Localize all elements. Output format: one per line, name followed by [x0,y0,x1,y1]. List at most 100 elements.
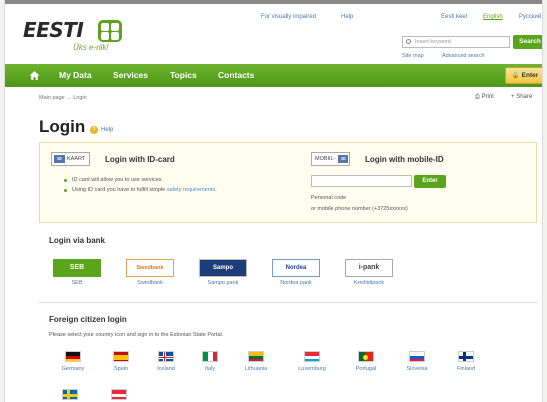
country-germany[interactable]: Germany [51,351,95,372]
nav-contacts[interactable]: Contacts [218,64,254,87]
breadcrumb: Main page → Login [39,95,87,101]
help-label[interactable]: Help [101,127,113,133]
enter-button-label: Enter [521,72,539,79]
plus-icon: + [511,94,515,100]
country-name: Italy [204,366,216,372]
page: EESTI Üks e-riik! For visually impaired … [4,0,543,402]
logo[interactable]: EESTI [23,18,84,42]
foreign-section-title: Foreign citizen login [49,315,127,324]
lang-et-link[interactable]: Eesti keel [441,14,467,20]
italy-flag-icon [202,351,218,362]
country-iceland[interactable]: Iceland [144,351,188,372]
country-italy[interactable]: Italy [188,351,232,372]
bank-seb[interactable]: SEB SEB [53,259,101,286]
mobile-id-input[interactable] [311,175,412,187]
nordea-logo: Nordea [272,259,320,277]
advanced-search-link[interactable]: Advanced search [442,53,485,59]
sampo-logo: Sampo [199,259,247,277]
germany-flag-icon [65,351,81,362]
country-name: Lithuania [244,366,268,372]
country-spain[interactable]: Spain [99,351,143,372]
tagline: Üks e-riik! [73,43,109,52]
krediidipank-logo: i-pank [345,259,393,277]
phone-number-label: or mobile phone number (+3725xxxxxx) [311,206,408,212]
mobile-id-enter-button[interactable]: Enter [414,175,446,188]
main-nav: My Data Services Topics Contacts [5,64,542,87]
mobile-id-title[interactable]: Login with mobile-ID [365,155,444,164]
page-title: Login [39,117,86,136]
iceland-flag-icon [158,351,174,362]
bank-name: Nordea pank [280,280,312,286]
header: EESTI Üks e-riik! For visually impaired … [5,4,542,64]
country-finland[interactable]: Finland [444,351,488,372]
bank-name: Krediidipank [353,280,385,286]
bank-nordea[interactable]: Nordea Nordea pank [272,259,320,286]
mobile-id-icon: ID [338,155,349,163]
austria-flag-icon[interactable] [111,389,127,400]
nav-my-data[interactable]: My Data [59,64,92,87]
id-card-title[interactable]: Login with ID-card [105,155,175,164]
id-card-bullet-2: Using ID card you have to fulfill simple… [64,187,217,193]
luxemburg-flag-icon [304,351,320,362]
country-name: Luxemburg [298,366,326,372]
country-name: Spain [113,366,129,372]
mobile-id-badge: MOBIIL- ID [311,152,351,166]
bank-name: Sampo pank [207,280,239,286]
country-name: Iceland [157,366,175,372]
country-slovenia[interactable]: Slovenia [395,351,439,372]
search-placeholder: Insert keyword [415,39,451,45]
finland-flag-icon [458,351,474,362]
breadcrumb-home[interactable]: Main page [39,95,65,101]
spain-flag-icon [113,351,129,362]
country-name: Slovenia [406,366,428,372]
country-name: Germany [61,366,85,372]
id-card-badge-label: KAART [67,156,86,162]
share-label: Share [516,94,533,100]
lock-icon: 🔒 [511,72,520,79]
country-lithuania[interactable]: Lithuania [234,351,278,372]
bank-krediidipank[interactable]: i-pank Krediidipank [345,259,393,286]
bank-name: SEB [71,280,83,286]
id-card-bullet-2-text: Using ID card you have to fulfill simple [72,187,167,193]
bank-swedbank[interactable]: Swedbank Swedbank [126,259,174,286]
sitemap-link[interactable]: Site map [402,53,424,59]
lithuania-flag-icon [248,351,264,362]
personal-code-label: Personal code [311,195,347,201]
country-portugal[interactable]: Portugal [344,351,388,372]
print-button[interactable]: ⎙ Print [475,94,494,101]
bank-sampo[interactable]: Sampo Sampo pank [199,259,247,286]
breadcrumb-current: Login [73,95,87,101]
accessibility-link[interactable]: For visually impaired [261,14,316,20]
foreign-description: Please select your country icon and sign… [49,332,224,338]
bank-name: Swedbank [137,280,163,286]
help-link[interactable]: Help [341,14,353,20]
breadcrumb-separator: → [66,95,72,101]
share-button[interactable]: + Share [511,94,532,100]
sweden-flag-icon[interactable] [62,389,78,400]
logo-badge-icon [98,20,122,42]
safety-requirements-link[interactable]: safety requirements [167,187,215,193]
portugal-flag-icon [358,351,374,362]
bank-section-title: Login via bank [49,236,106,245]
search-icon [406,39,411,44]
id-card-badge: ID KAART [51,152,91,166]
nav-topics[interactable]: Topics [170,64,197,87]
mobile-id-badge-label: MOBIIL- [315,156,336,162]
country-name: Finland [456,366,476,372]
help-icon[interactable]: ? [90,126,98,134]
country-name: Portugal [355,366,377,372]
lang-en-link[interactable]: English [483,14,503,20]
nav-services[interactable]: Services [113,64,148,87]
seb-logo: SEB [53,259,101,277]
country-luxemburg[interactable]: Luxemburg [290,351,334,372]
id-card-bullet-1: ID card will allow you to use services [64,177,162,183]
divider [39,302,537,303]
search-input[interactable]: Insert keyword [402,36,510,48]
search-button[interactable]: Search [513,35,542,49]
printer-icon: ⎙ [475,94,480,100]
home-icon[interactable] [29,70,40,81]
lang-ru-link[interactable]: Русский [519,14,541,20]
id-card-bullet-2-suffix: . [215,187,217,193]
print-label: Print [481,94,494,100]
enter-button[interactable]: 🔒 Enter [505,67,542,84]
